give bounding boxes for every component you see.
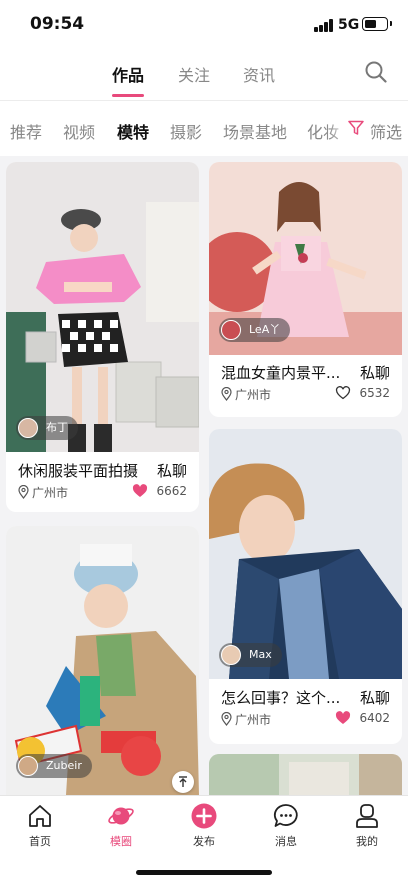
author-tag[interactable]: Zubeir — [16, 754, 92, 778]
nav-messages[interactable]: 消息 — [256, 802, 316, 849]
work-card[interactable]: 布丁 休闲服装平面拍摄 私聊 广州市 6662 — [6, 162, 199, 512]
location-text: 广州市 — [32, 486, 69, 500]
category-makeup[interactable]: 化妆 — [307, 119, 339, 143]
like-count: 6402 — [359, 711, 390, 725]
category-scene-base[interactable]: 场景基地 — [223, 119, 287, 143]
private-chat-button[interactable]: 私聊 — [157, 460, 187, 481]
card-photo — [209, 754, 402, 795]
like-count: 6532 — [359, 386, 390, 400]
work-card[interactable]: Zubeir — [6, 526, 199, 795]
category-photography[interactable]: 摄影 — [170, 119, 202, 143]
work-card[interactable] — [209, 754, 402, 795]
category-bar: 推荐 视频 模特 摄影 场景基地 化妆 筛选 — [0, 100, 408, 156]
filter-label: 筛选 — [370, 123, 403, 142]
heart-outline-icon — [336, 386, 351, 400]
work-card[interactable]: LeA丫 混血女童内景平... 私聊 广州市 6532 — [209, 162, 402, 417]
avatar — [221, 645, 241, 665]
like-count: 6662 — [156, 484, 187, 498]
like-button[interactable]: 6402 — [335, 711, 390, 725]
profile-icon — [356, 804, 378, 828]
location-text: 广州市 — [235, 388, 272, 402]
location-pin-icon — [221, 387, 232, 401]
arrow-top-icon — [179, 776, 187, 787]
planet-icon — [108, 807, 134, 825]
message-icon — [273, 804, 298, 827]
home-icon — [29, 805, 51, 827]
status-time: 09:54 — [30, 14, 85, 34]
card-title: 混血女童内景平... — [221, 364, 341, 382]
card-title: 休闲服装平面拍摄 — [18, 462, 139, 480]
nav-publish[interactable]: 发布 — [174, 802, 234, 849]
nav-profile-label: 我的 — [356, 835, 378, 848]
like-button[interactable]: 6662 — [132, 484, 187, 498]
filter-icon — [348, 120, 364, 135]
avatar — [18, 756, 38, 776]
category-recommend[interactable]: 推荐 — [10, 119, 42, 143]
card-photo — [6, 162, 199, 452]
status-bar: 09:54 5G — [0, 0, 408, 48]
category-video[interactable]: 视频 — [63, 119, 95, 143]
private-chat-button[interactable]: 私聊 — [360, 687, 390, 708]
nav-home[interactable]: 首页 — [10, 802, 70, 849]
card-photo — [209, 429, 402, 679]
author-name: Max — [249, 648, 272, 661]
location-pin-icon — [221, 712, 232, 726]
author-name: 布丁 — [46, 421, 68, 434]
network-label: 5G — [338, 17, 360, 33]
card-title: 怎么回事？这个... — [221, 689, 341, 707]
author-name: Zubeir — [46, 759, 82, 772]
location-pin-icon — [18, 485, 29, 499]
nav-publish-label: 发布 — [193, 835, 215, 848]
tab-follow-label: 关注 — [178, 66, 211, 85]
author-tag[interactable]: Max — [219, 643, 282, 667]
author-name: LeA丫 — [249, 323, 281, 336]
like-button[interactable]: 6532 — [335, 386, 390, 400]
tab-news-label: 资讯 — [243, 66, 276, 85]
nav-profile[interactable]: 我的 — [337, 802, 397, 849]
card-location: 广州市 — [221, 386, 271, 403]
tab-news[interactable]: 资讯 — [243, 62, 275, 86]
card-location: 广州市 — [18, 484, 68, 501]
nav-home-label: 首页 — [29, 835, 51, 848]
filter-button[interactable]: 筛选 — [344, 115, 402, 142]
search-button[interactable] — [364, 60, 388, 84]
author-tag[interactable]: 布丁 — [16, 416, 78, 440]
location-text: 广州市 — [235, 713, 272, 727]
author-tag[interactable]: LeA丫 — [219, 318, 291, 342]
battery-icon — [362, 17, 392, 31]
nav-circle[interactable]: 模圈 — [91, 802, 151, 849]
heart-filled-icon — [133, 484, 148, 497]
search-icon — [365, 61, 387, 83]
tab-works[interactable]: 作品 — [112, 62, 145, 97]
home-indicator — [136, 870, 272, 875]
category-model[interactable]: 模特 — [117, 119, 149, 143]
publish-plus-icon — [191, 803, 217, 829]
nav-circle-label: 模圈 — [110, 835, 132, 848]
private-chat-button[interactable]: 私聊 — [360, 362, 390, 383]
tab-follow[interactable]: 关注 — [178, 62, 210, 86]
card-location: 广州市 — [221, 711, 271, 728]
active-tab-indicator — [112, 94, 145, 97]
tab-works-label: 作品 — [112, 66, 145, 85]
scroll-to-top-button[interactable] — [172, 771, 194, 793]
work-card[interactable]: Max 怎么回事？这个... 私聊 广州市 6402 — [209, 429, 402, 744]
signal-icon — [314, 19, 334, 32]
avatar — [221, 320, 241, 340]
top-nav: 作品 关注 资讯 — [0, 48, 408, 100]
nav-messages-label: 消息 — [275, 835, 297, 848]
heart-filled-icon — [336, 711, 351, 724]
avatar — [18, 418, 38, 438]
